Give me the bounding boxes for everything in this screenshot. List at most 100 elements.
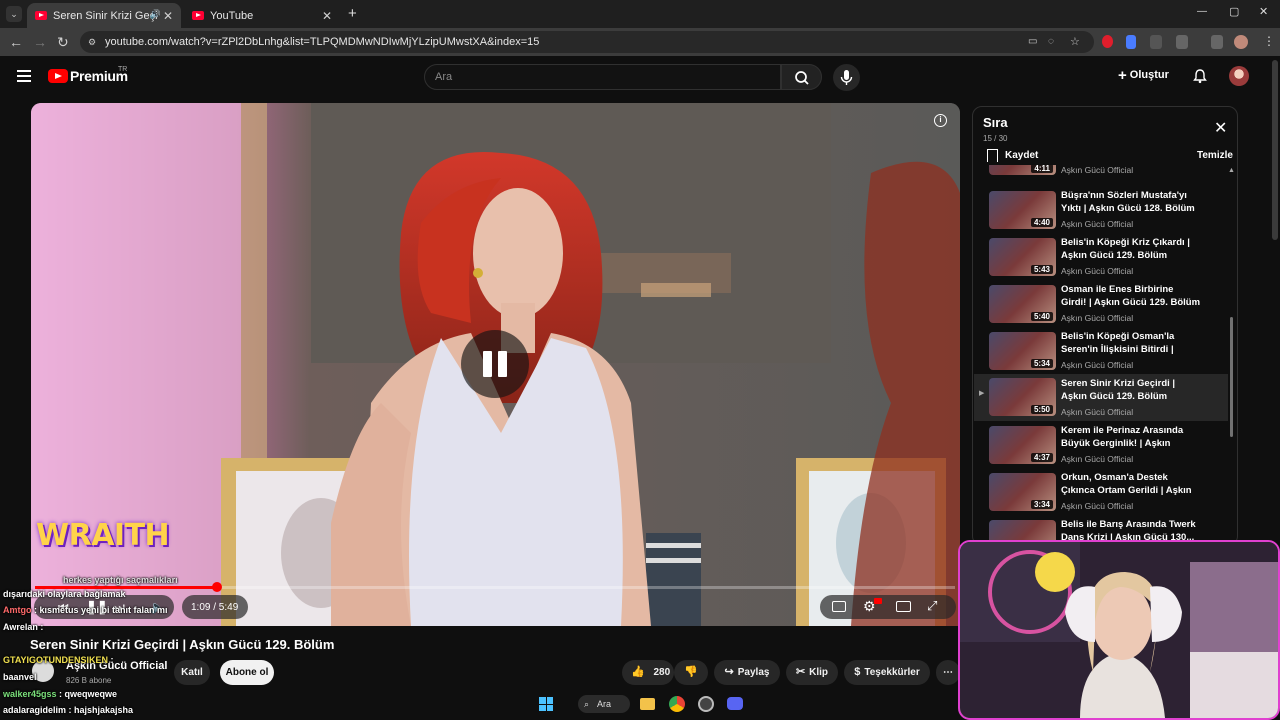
more-actions-button[interactable]: ⋯ xyxy=(936,660,960,685)
thanks-icon: $ xyxy=(854,666,861,678)
extension-bitwarden-icon[interactable] xyxy=(1150,35,1162,49)
account-avatar[interactable] xyxy=(1229,66,1249,86)
queue-item-current[interactable]: ▶ 5:50 Seren Sinir Krizi Geçirdi | Aşkın… xyxy=(974,374,1228,421)
tab-current-video[interactable]: Seren Sinir Krizi Geçirdi | Aş 🔊 ✕ xyxy=(27,3,181,28)
cast-icon[interactable]: ▭ xyxy=(1028,31,1037,53)
search-button[interactable] xyxy=(781,64,822,90)
eye-off-icon[interactable]: ◌ xyxy=(1048,31,1054,53)
url-bar[interactable]: ⚙ youtube.com/watch?v=rZPl2DbLnhg&list=T… xyxy=(80,31,1094,53)
queue-thumbnail: 3:34 xyxy=(989,473,1056,511)
queue-item[interactable]: 5:34 Belis'in Köpeği Osman'la Seren'in İ… xyxy=(974,330,1228,377)
page-scrollbar[interactable] xyxy=(1272,60,1278,240)
taskbar-search[interactable]: ⌕ Ara xyxy=(578,695,630,713)
chat-message: GTAYIGOTUNDENSIKEN : xyxy=(3,655,114,665)
hd-badge xyxy=(874,598,882,604)
queue-thumbnail: 4:37 xyxy=(989,426,1056,464)
maximize-button[interactable]: ▢ xyxy=(1229,5,1239,18)
app-icon[interactable] xyxy=(698,696,714,712)
close-window-button[interactable]: ✕ xyxy=(1259,5,1268,18)
queue-item[interactable]: 4:37 Kerem ile Perinaz Arasında Büyük Ge… xyxy=(974,424,1228,471)
like-button[interactable]: 👍 280 xyxy=(622,660,674,685)
video-title: Seren Sinir Krizi Geçirdi | Aşkın Gücü 1… xyxy=(30,637,335,652)
audio-icon[interactable]: 🔊 xyxy=(150,9,161,20)
theater-mode-icon[interactable] xyxy=(896,601,911,612)
file-explorer-icon[interactable] xyxy=(640,698,655,710)
queue-channel: Aşkın Gücü Official xyxy=(1061,165,1134,175)
create-button[interactable]: + Oluştur xyxy=(1118,67,1169,84)
chat-user: GTAYIGOTUNDENSIKEN xyxy=(3,655,109,665)
queue-duration: 5:40 xyxy=(1030,312,1053,321)
queue-item[interactable]: 3:34 Orkun, Osman'a Destek Çıkınca Ortam… xyxy=(974,471,1228,518)
reload-icon[interactable]: ↻ xyxy=(57,34,69,50)
webcam-frame xyxy=(960,542,1278,718)
chat-text: kısmetus yeni bi tanıt falan mı xyxy=(39,605,168,615)
join-button[interactable]: Katıl xyxy=(174,660,210,685)
bookmark-icon[interactable] xyxy=(987,149,998,162)
queue-duration: 5:34 xyxy=(1030,359,1053,368)
streamer-webcam xyxy=(958,540,1280,720)
clear-queue-button[interactable]: Temizle xyxy=(1197,150,1233,161)
close-tab-icon[interactable]: ✕ xyxy=(163,9,173,23)
extension-blue-icon[interactable] xyxy=(1126,35,1136,49)
queue-thumbnail: 5:34 xyxy=(989,332,1056,370)
queue-item[interactable]: 4:40 Büşra'nın Sözleri Mustafa'yı Yıktı … xyxy=(974,189,1228,236)
queue-channel: Aşkın Gücü Official xyxy=(1061,360,1134,370)
youtube-logo-icon[interactable] xyxy=(48,69,68,83)
voice-search-button[interactable] xyxy=(833,64,860,91)
site-info-icon[interactable]: ⚙ xyxy=(88,31,96,53)
share-button[interactable]: ↪ Paylaş xyxy=(714,660,780,685)
extension-red-icon[interactable] xyxy=(1102,35,1113,48)
queue-title: Sıra xyxy=(983,115,1008,130)
queue-duration: 5:50 xyxy=(1030,405,1053,414)
extensions-puzzle-icon[interactable] xyxy=(1176,35,1188,49)
discord-icon[interactable] xyxy=(727,697,743,710)
overlay-wraith-text: WRAITH xyxy=(36,518,170,553)
hamburger-menu-icon[interactable] xyxy=(17,70,31,82)
save-queue-button[interactable]: Kaydet xyxy=(1005,150,1038,161)
dislike-button[interactable]: 👎 xyxy=(674,660,708,685)
thanks-label: Teşekkürler xyxy=(864,667,920,678)
minimize-button[interactable]: — xyxy=(1197,6,1207,17)
now-playing-icon: ▶ xyxy=(979,390,985,397)
subscribe-button[interactable]: Abone ol xyxy=(220,660,274,685)
forward-icon[interactable]: → xyxy=(33,34,47,50)
queue-item-title: Osman ile Enes Birbirine Girdi! | Aşkın … xyxy=(1061,284,1201,308)
info-icon[interactable]: i xyxy=(934,114,947,127)
thumbs-up-icon: 👍 xyxy=(631,666,645,678)
tab-list-icon[interactable]: ⌄ xyxy=(6,6,22,22)
plus-icon: + xyxy=(1118,67,1127,84)
queue-item[interactable]: 5:40 Osman ile Enes Birbirine Girdi! | A… xyxy=(974,283,1228,330)
bookmark-star-icon[interactable]: ☆ xyxy=(1070,31,1080,53)
search-input[interactable]: Ara xyxy=(424,64,781,90)
media-queue-icon[interactable] xyxy=(1211,35,1223,49)
queue-item-title: Belis'in Köpeği Osman'la Seren'in İlişki… xyxy=(1061,331,1175,355)
subtitles-icon[interactable] xyxy=(832,601,846,612)
search-icon: ⌕ xyxy=(584,699,590,709)
chat-text: herkes yaptığı saçmalıkları xyxy=(63,575,178,585)
queue-item-title: Kerem ile Perinaz Arasında Büyük Gerginl… xyxy=(1061,425,1184,449)
queue-item[interactable]: 5:43 Belis'in Köpeği Kriz Çıkardı | Aşkı… xyxy=(974,236,1228,283)
back-icon[interactable]: ← xyxy=(9,34,23,50)
tab-youtube[interactable]: YouTube ✕ xyxy=(184,3,340,28)
pause-button[interactable] xyxy=(461,330,529,398)
windows-start-icon[interactable] xyxy=(539,697,553,711)
new-tab-button[interactable]: + xyxy=(348,5,357,22)
close-queue-icon[interactable]: ✕ xyxy=(1214,121,1227,137)
clip-button[interactable]: ✂ Klip xyxy=(786,660,838,685)
queue-item-title: Seren Sinir Krizi Geçirdi | Aşkın Gücü 1… xyxy=(1061,378,1176,402)
scrubber-handle[interactable] xyxy=(212,582,222,592)
youtube-favicon-icon xyxy=(35,11,47,20)
fullscreen-icon[interactable]: ⤢ xyxy=(927,598,937,614)
queue-item[interactable]: 4:11 Aşkın Gücü Official xyxy=(974,165,1228,182)
notifications-bell-icon[interactable] xyxy=(1192,68,1208,84)
search-icon xyxy=(795,71,809,85)
chrome-menu-icon[interactable]: ⋮ xyxy=(1263,34,1275,48)
youtube-header: Premium TR Ara + Oluştur xyxy=(0,56,1280,100)
profile-avatar-icon[interactable] xyxy=(1234,35,1248,49)
queue-item-title: Büşra'nın Sözleri Mustafa'yı Yıktı | Aşk… xyxy=(1061,190,1195,214)
queue-channel: Aşkın Gücü Official xyxy=(1061,266,1134,276)
chrome-icon[interactable] xyxy=(669,696,685,712)
share-label: Paylaş xyxy=(737,667,770,678)
close-tab-icon[interactable]: ✕ xyxy=(322,9,332,23)
thanks-button[interactable]: $ Teşekkürler xyxy=(844,660,930,685)
